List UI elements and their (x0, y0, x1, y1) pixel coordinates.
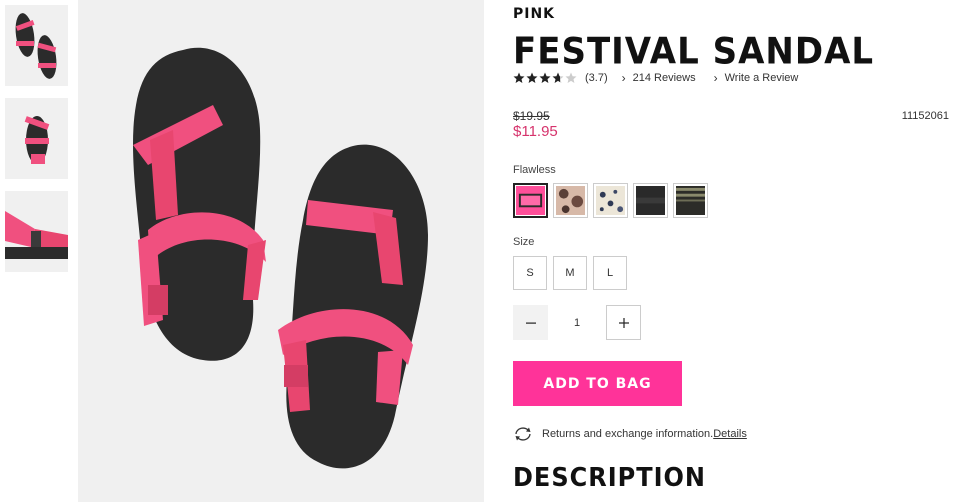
quantity-input[interactable] (548, 305, 606, 340)
swatch-black[interactable] (633, 183, 668, 218)
swatch-black-image (636, 186, 665, 215)
plus-icon (618, 317, 629, 328)
rating-value: (3.7) (585, 72, 608, 84)
swatch-tie-dye[interactable] (593, 183, 628, 218)
chevron-right-icon: › (621, 71, 626, 85)
color-swatches (513, 183, 708, 218)
sale-price: $11.95 (513, 123, 558, 140)
size-option-l[interactable]: L (593, 256, 627, 290)
description-heading: DESCRIPTION (513, 462, 707, 493)
write-review-label: Write a Review (724, 72, 799, 84)
reviews-link-label: 214 Reviews (632, 72, 696, 84)
brand-name: PINK (513, 6, 556, 22)
sandal-thumbnail-image (5, 98, 68, 179)
quantity-stepper (513, 305, 641, 340)
star-rating (513, 72, 579, 84)
swatch-snake-image (556, 186, 585, 215)
sandal-thumbnail-image (5, 5, 68, 86)
thumbnail-closeup-view[interactable] (5, 191, 68, 272)
size-options: S M L (513, 256, 627, 290)
swatch-snake-print[interactable] (553, 183, 588, 218)
swatch-olive-stripe[interactable] (673, 183, 708, 218)
sandal-thumbnail-image (5, 191, 68, 272)
increase-quantity-button[interactable] (606, 305, 641, 340)
sandal-pair-illustration (78, 0, 484, 502)
rating-row: (3.7) › 214 Reviews › Write a Review (513, 71, 816, 85)
swatch-olive-image (676, 186, 705, 215)
chevron-right-icon: › (713, 71, 718, 85)
decrease-quantity-button[interactable] (513, 305, 548, 340)
returns-text: Returns and exchange information. (542, 428, 714, 440)
main-product-image[interactable] (78, 0, 484, 502)
reviews-link[interactable]: › 214 Reviews (622, 71, 696, 85)
exchange-icon (515, 427, 531, 441)
thumbnail-top-view[interactable] (5, 5, 68, 86)
color-label: Flawless (513, 164, 556, 176)
size-label: Size (513, 236, 535, 248)
stars-icon (513, 72, 577, 83)
write-review-link[interactable]: › Write a Review (714, 71, 799, 85)
size-option-m[interactable]: M (553, 256, 587, 290)
product-sku: 11152061 (901, 110, 949, 122)
swatch-pink[interactable] (513, 183, 548, 218)
thumbnail-side-view[interactable] (5, 98, 68, 179)
returns-info: Returns and exchange information. Details (513, 426, 747, 442)
swatch-pink-image (516, 186, 545, 215)
thumbnail-list (5, 5, 68, 284)
product-title: FESTIVAL SANDAL (513, 30, 875, 74)
minus-icon (525, 322, 536, 324)
swatch-tie-dye-image (596, 186, 625, 215)
returns-details-link[interactable]: Details (713, 428, 747, 440)
add-to-bag-button[interactable]: ADD TO BAG (513, 361, 682, 406)
original-price: $19.95 (513, 109, 550, 123)
size-option-s[interactable]: S (513, 256, 547, 290)
